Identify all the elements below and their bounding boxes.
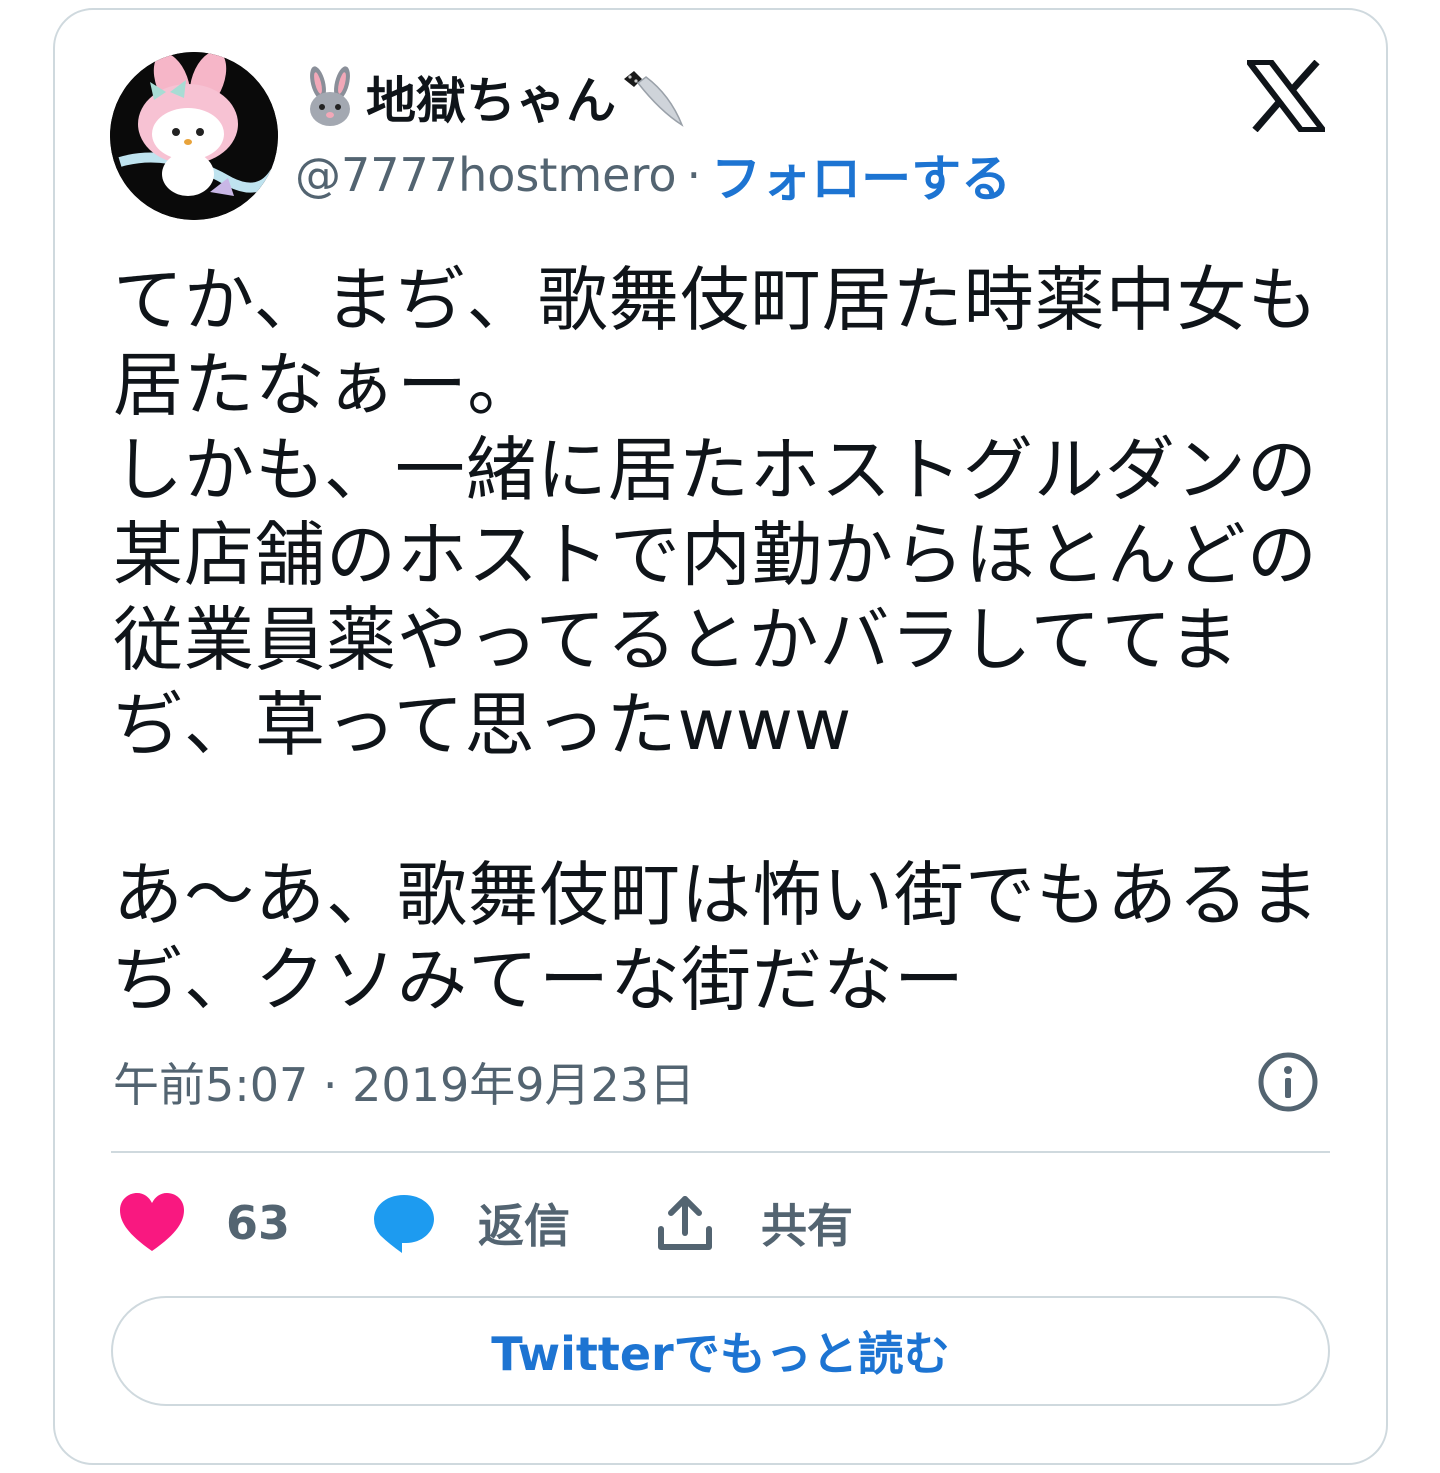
read-more-button[interactable]: Twitterでもっと読む bbox=[111, 1296, 1330, 1406]
separator-dot: · bbox=[686, 148, 702, 202]
display-name: 地獄ちゃん bbox=[366, 72, 616, 130]
divider bbox=[111, 1151, 1330, 1153]
rabbit-icon bbox=[298, 65, 362, 129]
share-button[interactable]: 共有 bbox=[655, 1190, 853, 1256]
reply-button[interactable]: 返信 bbox=[372, 1190, 570, 1256]
share-label: 共有 bbox=[761, 1199, 853, 1253]
speech-bubble-icon bbox=[374, 1195, 434, 1253]
knife-icon bbox=[620, 65, 684, 129]
like-count: 63 bbox=[226, 1196, 291, 1250]
tweet-timestamp[interactable]: 午前5:07 · 2019年9月23日 bbox=[113, 1050, 695, 1114]
avatar-image bbox=[110, 52, 278, 220]
follow-button[interactable]: フォローする bbox=[711, 139, 1011, 211]
user-handle[interactable]: @7777hostmero bbox=[295, 148, 677, 202]
avatar[interactable] bbox=[110, 52, 278, 220]
handle-row: @7777hostmero · フォローする bbox=[295, 140, 1011, 210]
info-icon[interactable] bbox=[1256, 1050, 1320, 1114]
heart-icon bbox=[120, 1193, 184, 1251]
display-name-row[interactable]: 地獄ちゃん bbox=[298, 62, 684, 132]
reply-label: 返信 bbox=[478, 1199, 570, 1253]
like-button[interactable]: 63 bbox=[120, 1190, 290, 1256]
share-upload-icon bbox=[658, 1196, 712, 1250]
read-more-label: Twitterでもっと読む bbox=[491, 1327, 950, 1381]
x-logo-icon[interactable] bbox=[1242, 59, 1330, 133]
tweet-text: てか、まぢ、歌舞伎町居た時薬中女も 居たなぁー。 しかも、一緒に居たホストグルダ… bbox=[113, 259, 1320, 1021]
